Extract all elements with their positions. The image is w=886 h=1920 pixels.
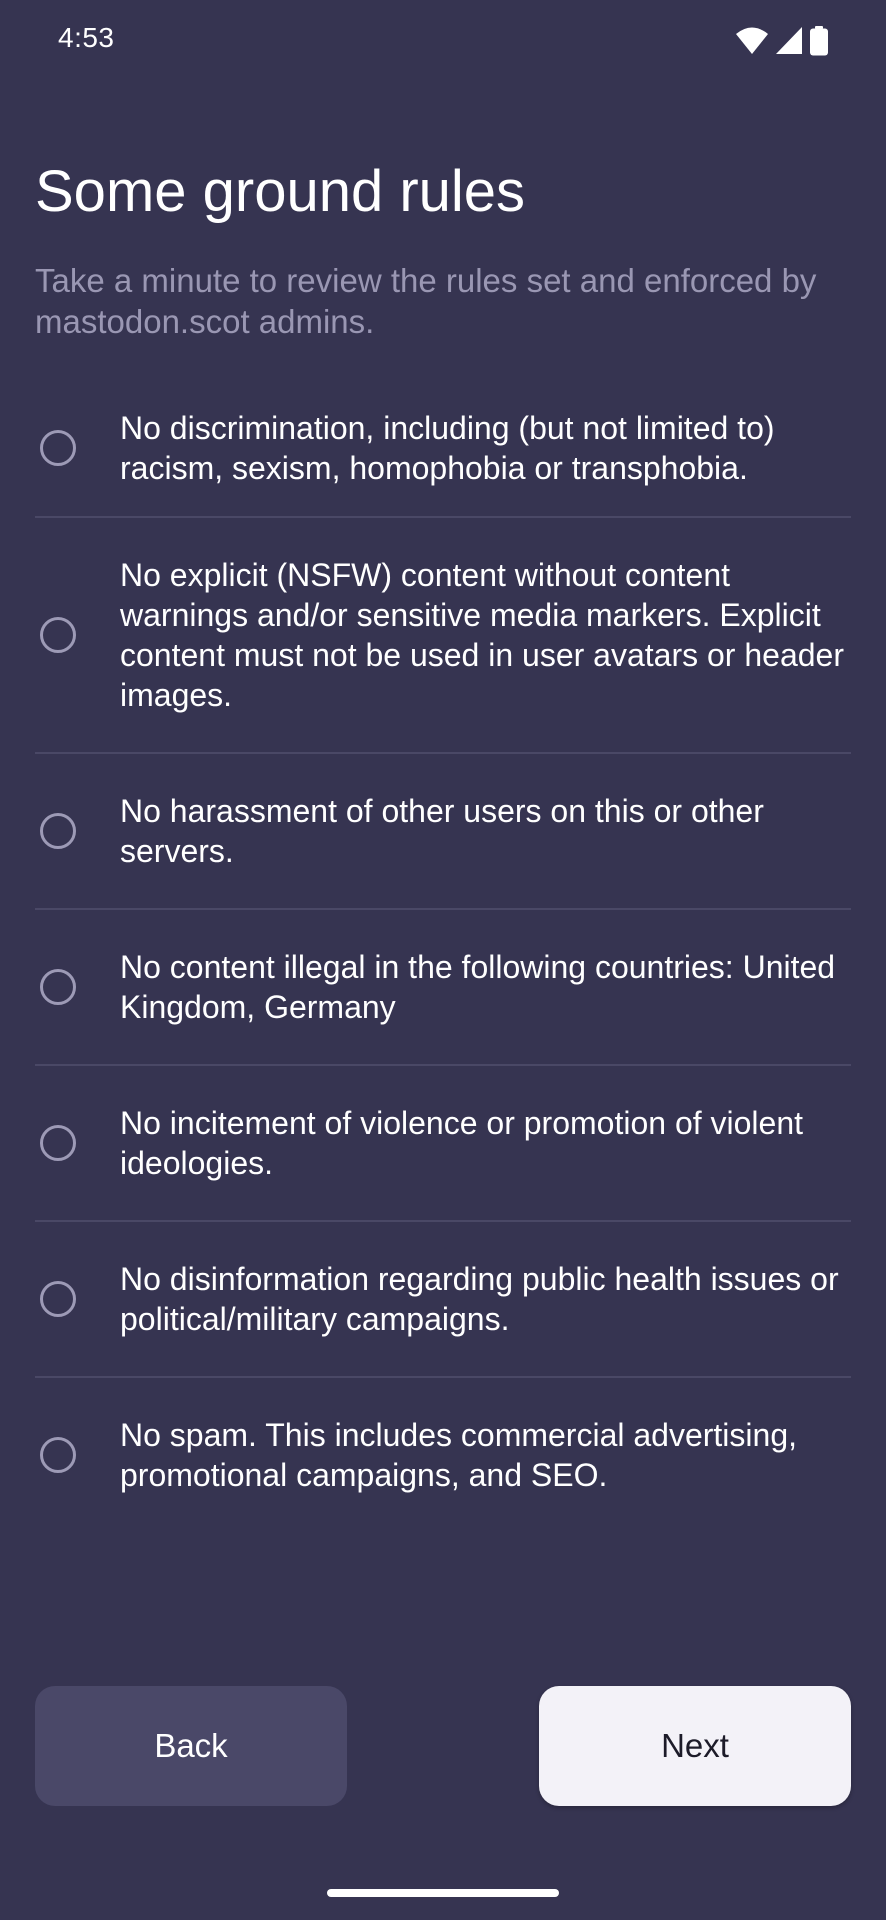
cellular-signal-icon bbox=[776, 27, 802, 60]
rules-list: No discrimination, including (but not li… bbox=[35, 380, 851, 1532]
rule-item[interactable]: No harassment of other users on this or … bbox=[35, 754, 851, 910]
radio-unchecked-icon[interactable] bbox=[40, 813, 76, 849]
rule-text: No discrimination, including (but not li… bbox=[120, 410, 775, 486]
rule-item[interactable]: No discrimination, including (but not li… bbox=[35, 380, 851, 518]
rule-item[interactable]: No incitement of violence or promotion o… bbox=[35, 1066, 851, 1222]
radio-unchecked-icon[interactable] bbox=[40, 969, 76, 1005]
rule-text: No content illegal in the following coun… bbox=[120, 949, 836, 1025]
radio-unchecked-icon[interactable] bbox=[40, 617, 76, 653]
rule-text: No spam. This includes commercial advert… bbox=[120, 1417, 797, 1493]
wifi-icon bbox=[736, 27, 768, 60]
battery-icon bbox=[810, 26, 828, 61]
radio-unchecked-icon[interactable] bbox=[40, 430, 76, 466]
rule-item[interactable]: No content illegal in the following coun… bbox=[35, 910, 851, 1066]
radio-unchecked-icon[interactable] bbox=[40, 1281, 76, 1317]
rule-item[interactable]: No disinformation regarding public healt… bbox=[35, 1222, 851, 1378]
page-title: Some ground rules bbox=[35, 159, 526, 224]
status-time: 4:53 bbox=[58, 22, 115, 53]
next-button[interactable]: Next bbox=[539, 1686, 851, 1806]
radio-unchecked-icon[interactable] bbox=[40, 1125, 76, 1161]
page-subtitle: Take a minute to review the rules set an… bbox=[35, 262, 817, 340]
rule-text: No disinformation regarding public healt… bbox=[120, 1261, 839, 1337]
rule-item[interactable]: No spam. This includes commercial advert… bbox=[35, 1378, 851, 1532]
status-bar: 4:53 bbox=[0, 0, 886, 80]
status-icons bbox=[736, 26, 828, 61]
rule-text: No incitement of violence or promotion o… bbox=[120, 1105, 804, 1181]
rule-text: No harassment of other users on this or … bbox=[120, 793, 764, 869]
rule-text: No explicit (NSFW) content without conte… bbox=[120, 557, 844, 713]
home-indicator[interactable] bbox=[327, 1889, 559, 1897]
rule-item[interactable]: No explicit (NSFW) content without conte… bbox=[35, 518, 851, 754]
back-button[interactable]: Back bbox=[35, 1686, 347, 1806]
radio-unchecked-icon[interactable] bbox=[40, 1437, 76, 1473]
